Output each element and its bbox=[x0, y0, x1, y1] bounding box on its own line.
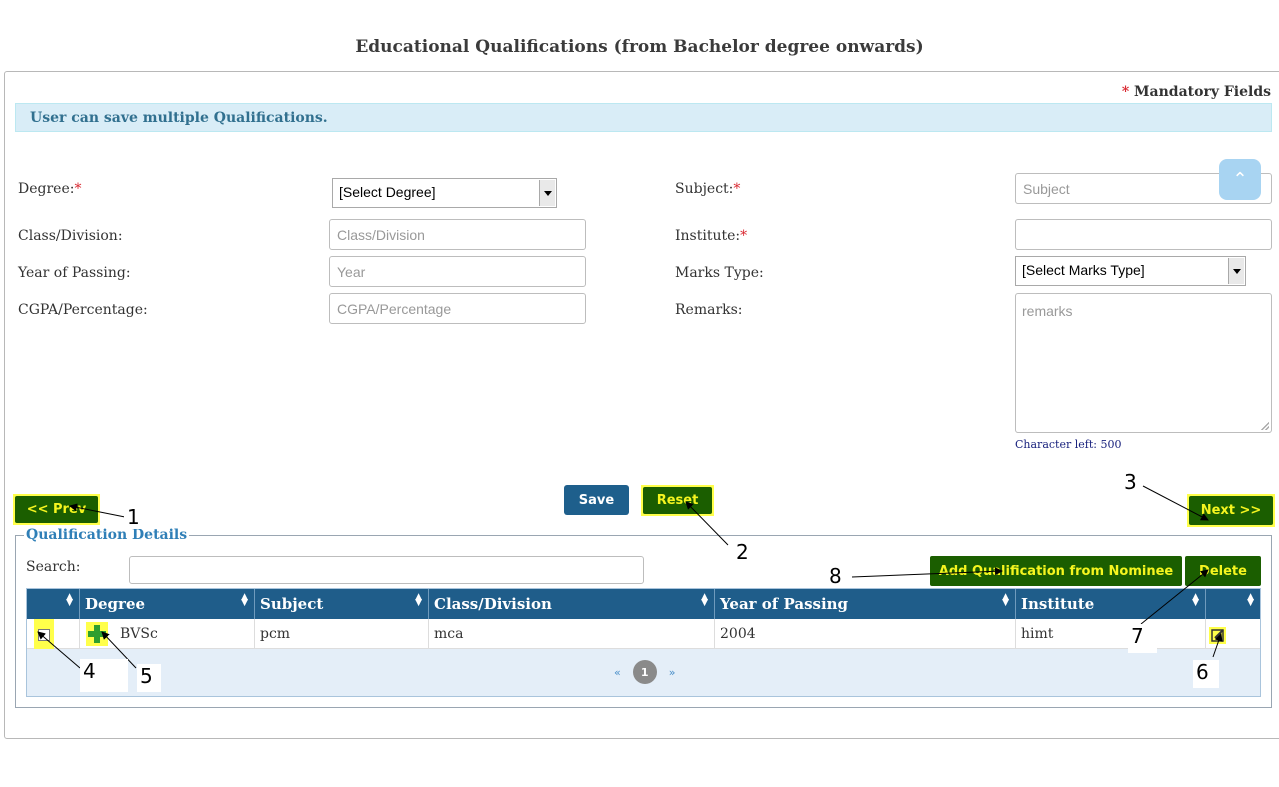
annotation-number-1: 1 bbox=[124, 505, 143, 529]
annotation-arrow-7 bbox=[1140, 569, 1209, 625]
annotation-arrow-2 bbox=[685, 501, 729, 546]
annotation-number-4: 4 bbox=[80, 659, 128, 692]
annotation-number-2: 2 bbox=[733, 540, 752, 564]
annotation-arrow-1 bbox=[69, 503, 126, 518]
annotation-number-6: 6 bbox=[1193, 660, 1219, 688]
annotation-arrow-6 bbox=[1212, 633, 1223, 658]
annotation-number-7: 7 bbox=[1128, 624, 1157, 653]
annotation-number-8: 8 bbox=[826, 564, 845, 588]
annotation-arrow-4 bbox=[37, 631, 81, 669]
annotation-number-3: 3 bbox=[1121, 470, 1140, 494]
annotation-arrows bbox=[37, 485, 1223, 669]
annotation-arrow-8 bbox=[851, 567, 1003, 578]
annotation-arrow-3 bbox=[1142, 485, 1209, 521]
annotation-number-5: 5 bbox=[137, 664, 161, 692]
